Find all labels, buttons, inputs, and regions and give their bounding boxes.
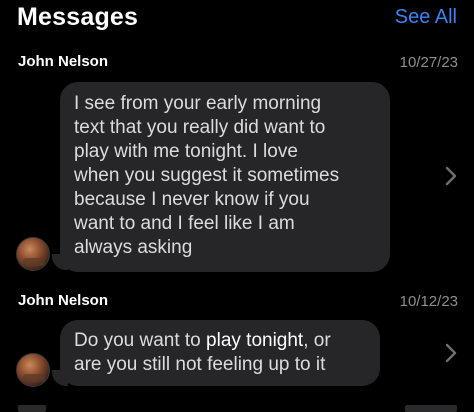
message-line: when you suggest it sometimes (74, 165, 340, 186)
message-bubble[interactable]: I see from your early morning text that … (60, 82, 390, 272)
contact-avatar (16, 353, 50, 387)
next-item-peek (0, 402, 474, 412)
highlighted-text: play tonight (206, 330, 304, 351)
sender-name: John Nelson (18, 292, 109, 309)
message-line: I see from your early morning (74, 93, 322, 114)
message-date: 10/27/23 (399, 54, 458, 71)
see-all-link[interactable]: See All (395, 6, 457, 29)
message-line: Do you want to play tonight, or (74, 329, 366, 353)
cutoff-text (405, 405, 457, 412)
message-line: play with me tonight. I love (74, 141, 298, 162)
message-line: are you still not feeling up to it (74, 354, 326, 375)
text-segment: Do you want to (74, 330, 207, 351)
messages-header: Messages See All (0, 0, 474, 40)
sender-name: John Nelson (18, 53, 109, 70)
cutoff-text (18, 405, 46, 412)
chevron-right-icon[interactable] (445, 343, 457, 363)
page-title: Messages (17, 3, 139, 31)
message-date: 10/12/23 (399, 293, 458, 310)
message-line: always asking (74, 237, 193, 258)
message-line: because I never know if you (74, 189, 310, 210)
contact-avatar (16, 237, 50, 271)
message-bubble[interactable]: Do you want to play tonight, or are you … (60, 320, 380, 386)
message-line: want to and I feel like I am (74, 213, 295, 234)
message-line: text that you really did want to (74, 117, 326, 138)
text-segment: , or (303, 330, 331, 351)
chevron-right-icon[interactable] (445, 166, 457, 186)
